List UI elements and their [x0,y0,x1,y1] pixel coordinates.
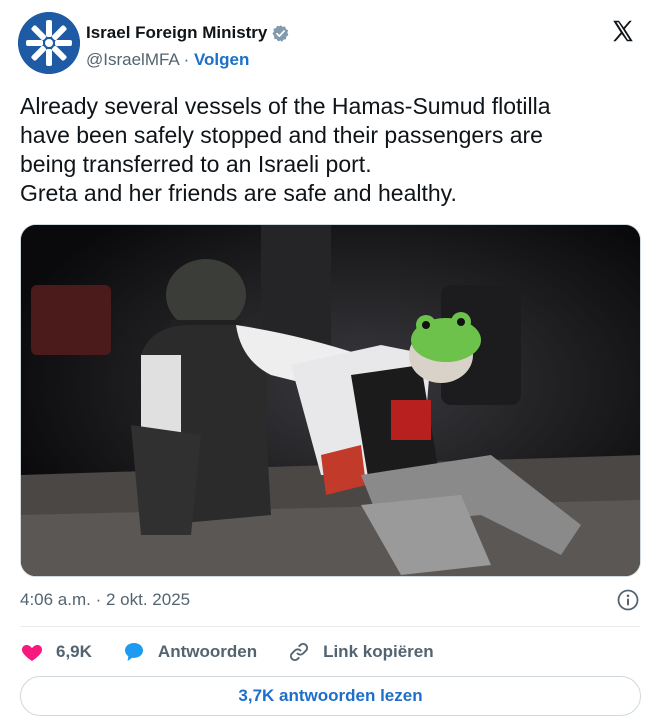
x-logo-icon[interactable] [610,18,636,44]
like-count: 6,9K [56,642,92,661]
tweet-timestamp[interactable]: 4:06 a.m. · 2 okt. 2025 [20,590,190,610]
like-button[interactable]: 6,9K [20,640,92,664]
israel-mfa-logo[interactable] [18,12,80,74]
account-name[interactable]: Israel Foreign Ministry [86,23,267,43]
handle-separator: · [178,50,194,69]
copy-link-label: Link kopiëren [323,642,434,661]
divider [20,626,640,627]
link-icon [290,643,309,661]
tweet-meta: 4:06 a.m. · 2 okt. 2025 [20,588,640,614]
reply-button[interactable]: Antwoorden [122,640,257,664]
read-replies-button[interactable]: 3,7K antwoorden lezen [20,676,641,716]
info-icon[interactable] [616,588,640,612]
account-handle[interactable]: @IsraelMFA [86,50,179,69]
account-name-row: Israel Foreign Ministry [86,22,290,44]
reply-label: Antwoorden [157,642,258,661]
verified-badge-icon [272,24,289,42]
heart-icon [21,645,43,661]
tweet-text: Already several vessels of the Hamas-Sum… [20,93,551,206]
tweet-actions: 6,9K Antwoorden Link kopiëren [20,638,464,666]
follow-button[interactable]: Volgen [194,50,249,69]
tweet-video[interactable] [20,224,641,577]
handle-row: @IsraelMFA · Volgen [86,50,249,70]
speech-bubble-icon [124,643,143,661]
tweet-header: Israel Foreign Ministry @IsraelMFA · Vol… [18,12,640,78]
copy-link-button[interactable]: Link kopiëren [287,640,434,664]
